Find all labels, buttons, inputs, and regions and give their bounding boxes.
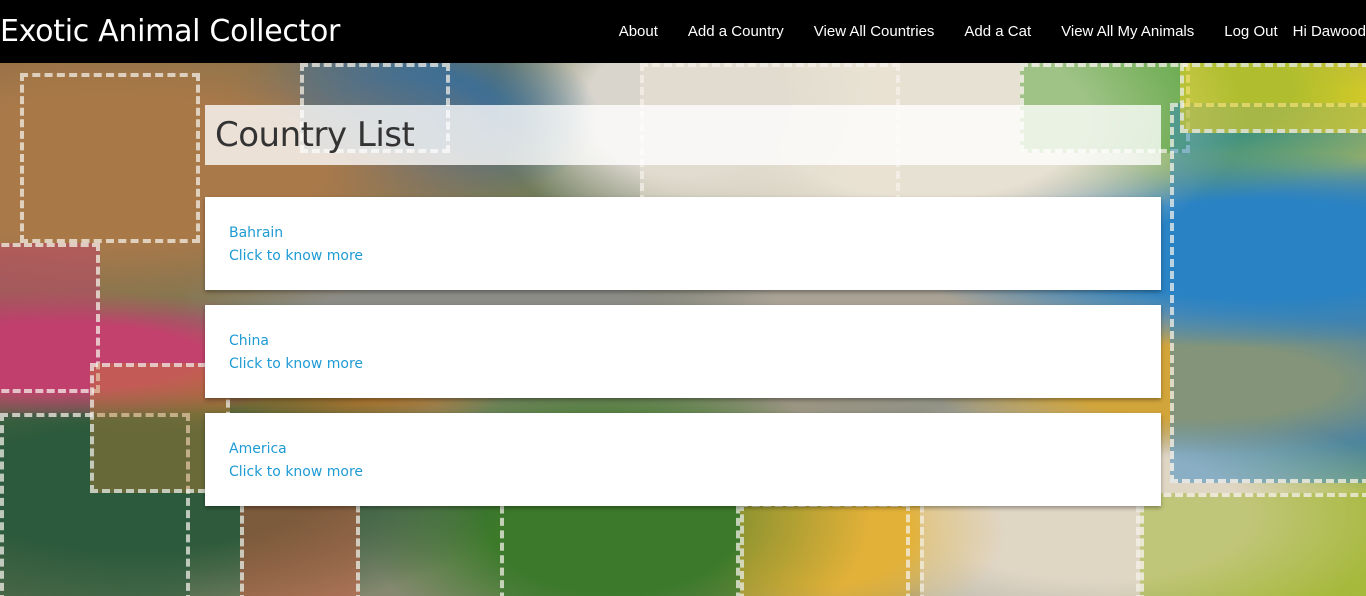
know-more-link[interactable]: Click to know more (229, 353, 1137, 376)
country-name-link[interactable]: America (229, 438, 1137, 461)
know-more-link[interactable]: Click to know more (229, 461, 1137, 484)
nav-view-all-countries-link[interactable]: View All Countries (814, 23, 935, 40)
main-content: Country List Bahrain Click to know more … (205, 105, 1161, 506)
know-more-link[interactable]: Click to know more (229, 245, 1137, 268)
country-name-link[interactable]: China (229, 330, 1137, 353)
nav-view-all-my-animals-link[interactable]: View All My Animals (1061, 23, 1194, 40)
country-card: Bahrain Click to know more (205, 197, 1161, 290)
country-card: China Click to know more (205, 305, 1161, 398)
nav-links: About Add a Country View All Countries A… (589, 0, 1366, 63)
nav-add-cat-link[interactable]: Add a Cat (964, 23, 1031, 40)
user-greeting: Hi Dawood (1292, 23, 1366, 40)
page-title-bar: Country List (205, 105, 1161, 165)
nav-add-country-link[interactable]: Add a Country (688, 23, 784, 40)
page-title: Country List (215, 115, 415, 155)
country-card: America Click to know more (205, 413, 1161, 506)
nav-about-link[interactable]: About (619, 23, 658, 40)
top-navbar: Exotic Animal Collector About Add a Coun… (0, 0, 1366, 63)
country-name-link[interactable]: Bahrain (229, 222, 1137, 245)
brand-logo-link[interactable]: Exotic Animal Collector (0, 12, 340, 52)
nav-log-out-link[interactable]: Log Out (1224, 23, 1277, 40)
